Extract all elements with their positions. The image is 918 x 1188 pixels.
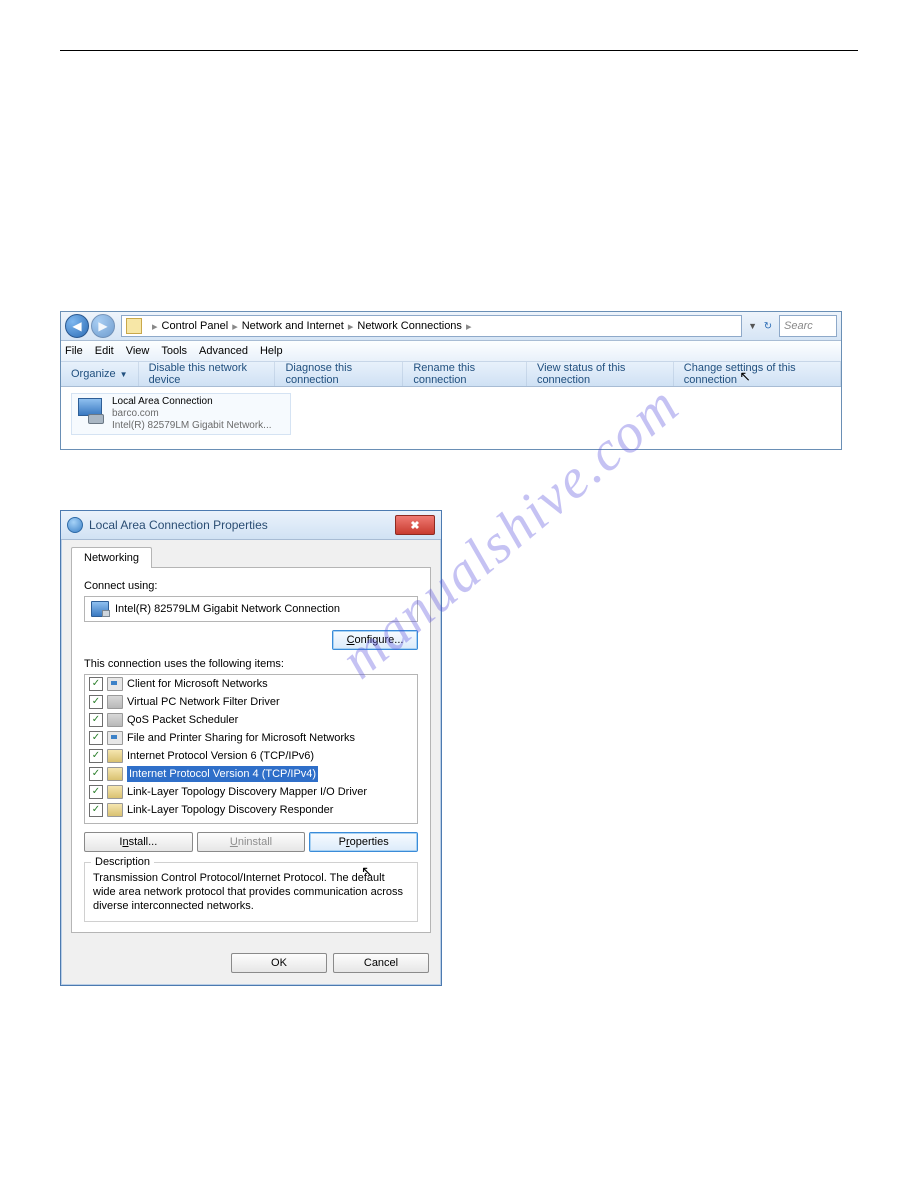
items-label: This connection uses the following items…	[84, 658, 418, 670]
protocol-icon	[107, 785, 123, 799]
list-item[interactable]: ✓ QoS Packet Scheduler	[85, 711, 417, 729]
tab-networking[interactable]: Networking	[71, 547, 152, 568]
connections-area: Local Area Connection barco.com Intel(R)…	[61, 387, 841, 449]
description-text: Transmission Control Protocol/Internet P…	[93, 872, 403, 912]
checkbox[interactable]: ✓	[89, 785, 103, 799]
client-icon	[107, 677, 123, 691]
connection-domain: barco.com	[112, 408, 272, 420]
menu-edit[interactable]: Edit	[95, 345, 114, 357]
service-icon	[107, 695, 123, 709]
toolbar-change-settings[interactable]: Change settings of this connection	[674, 362, 841, 386]
list-item[interactable]: ✓ Internet Protocol Version 6 (TCP/IPv6)	[85, 747, 417, 765]
toolbar-disable[interactable]: Disable this network device	[139, 362, 276, 386]
description-title: Description	[91, 855, 154, 869]
dialog-title-icon	[67, 517, 83, 533]
menu-bar: File Edit View Tools Advanced Help	[61, 341, 841, 362]
items-list[interactable]: ✓ Client for Microsoft Networks ✓ Virtua…	[84, 674, 418, 824]
item-label: Link-Layer Topology Discovery Mapper I/O…	[127, 784, 367, 800]
service-icon	[107, 731, 123, 745]
network-adapter-icon	[74, 396, 106, 428]
menu-file[interactable]: File	[65, 345, 83, 357]
close-button[interactable]: ✖	[395, 515, 435, 535]
connection-title: Local Area Connection	[112, 396, 272, 408]
breadcrumb-sep: ▸	[466, 320, 472, 333]
page-divider	[60, 50, 858, 51]
menu-view[interactable]: View	[126, 345, 150, 357]
toolbar-viewstatus[interactable]: View status of this connection	[527, 362, 674, 386]
list-item[interactable]: ✓ Virtual PC Network Filter Driver	[85, 693, 417, 711]
nav-bar: ◀ ▶ ▸ Control Panel ▸ Network and Intern…	[61, 312, 841, 341]
breadcrumb-sep: ▸	[152, 320, 158, 333]
back-button[interactable]: ◀	[65, 314, 89, 338]
breadcrumb[interactable]: ▸ Control Panel ▸ Network and Internet ▸…	[121, 315, 742, 337]
uninstall-button: Uninstall	[197, 832, 306, 852]
breadcrumb-item[interactable]: Control Panel	[162, 320, 229, 332]
list-item[interactable]: ✓ Link-Layer Topology Discovery Responde…	[85, 801, 417, 819]
breadcrumb-dropdown-icon[interactable]: ▼	[748, 321, 757, 331]
adapter-box: Intel(R) 82579LM Gigabit Network Connect…	[84, 596, 418, 622]
checkbox[interactable]: ✓	[89, 695, 103, 709]
breadcrumb-item[interactable]: Network and Internet	[242, 320, 344, 332]
connection-device: Intel(R) 82579LM Gigabit Network...	[112, 420, 272, 432]
item-label: Client for Microsoft Networks	[127, 676, 268, 692]
connection-item[interactable]: Local Area Connection barco.com Intel(R)…	[71, 393, 291, 435]
configure-button[interactable]: Configure...	[332, 630, 418, 650]
list-item[interactable]: ✓ Client for Microsoft Networks	[85, 675, 417, 693]
checkbox[interactable]: ✓	[89, 749, 103, 763]
dialog-titlebar: Local Area Connection Properties ✖	[61, 511, 441, 540]
protocol-icon	[107, 767, 123, 781]
ok-button[interactable]: OK	[231, 953, 327, 973]
protocol-icon	[107, 803, 123, 817]
checkbox[interactable]: ✓	[89, 767, 103, 781]
tab-panel: Connect using: Intel(R) 82579LM Gigabit …	[71, 567, 431, 933]
chevron-down-icon: ▼	[120, 370, 128, 379]
toolbar: Organize ▼ Disable this network device Di…	[61, 362, 841, 387]
item-label: Link-Layer Topology Discovery Responder	[127, 802, 333, 818]
properties-button[interactable]: Properties	[309, 832, 418, 852]
search-placeholder: Searc	[784, 320, 813, 332]
cancel-button[interactable]: Cancel	[333, 953, 429, 973]
search-input[interactable]: Searc	[779, 315, 837, 337]
item-label: QoS Packet Scheduler	[127, 712, 238, 728]
item-label: File and Printer Sharing for Microsoft N…	[127, 730, 355, 746]
item-buttons: Install... Uninstall Properties	[84, 832, 418, 852]
list-item[interactable]: ✓ File and Printer Sharing for Microsoft…	[85, 729, 417, 747]
checkbox[interactable]: ✓	[89, 803, 103, 817]
toolbar-organize[interactable]: Organize ▼	[61, 362, 139, 386]
toolbar-diagnose[interactable]: Diagnose this connection	[275, 362, 403, 386]
item-label: Virtual PC Network Filter Driver	[127, 694, 280, 710]
dialog-title: Local Area Connection Properties	[89, 518, 395, 532]
dialog-footer: OK Cancel	[61, 943, 441, 985]
toolbar-organize-label: Organize	[71, 368, 116, 380]
install-button[interactable]: Install...	[84, 832, 193, 852]
checkbox[interactable]: ✓	[89, 677, 103, 691]
checkbox[interactable]: ✓	[89, 731, 103, 745]
refresh-icon[interactable]: ↻	[759, 316, 777, 336]
list-item-selected[interactable]: ✓ Internet Protocol Version 4 (TCP/IPv4)	[85, 765, 417, 783]
protocol-icon	[107, 749, 123, 763]
toolbar-rename[interactable]: Rename this connection	[403, 362, 527, 386]
forward-button[interactable]: ▶	[91, 314, 115, 338]
menu-advanced[interactable]: Advanced	[199, 345, 248, 357]
menu-tools[interactable]: Tools	[161, 345, 187, 357]
configure-label: onfigure...	[355, 634, 404, 646]
breadcrumb-icon	[126, 318, 142, 334]
menu-help[interactable]: Help	[260, 345, 283, 357]
connection-properties-dialog: Local Area Connection Properties ✖ Netwo…	[60, 510, 442, 986]
adapter-icon	[91, 601, 109, 617]
item-label: Internet Protocol Version 4 (TCP/IPv4)	[127, 766, 318, 782]
control-panel-window: ◀ ▶ ▸ Control Panel ▸ Network and Intern…	[60, 311, 842, 450]
checkbox[interactable]: ✓	[89, 713, 103, 727]
item-label: Internet Protocol Version 6 (TCP/IPv6)	[127, 748, 314, 764]
breadcrumb-item[interactable]: Network Connections	[357, 320, 462, 332]
tab-strip: Networking	[71, 546, 431, 567]
connect-using-label: Connect using:	[84, 580, 418, 592]
description-group: Description Transmission Control Protoco…	[84, 862, 418, 922]
list-item[interactable]: ✓ Link-Layer Topology Discovery Mapper I…	[85, 783, 417, 801]
adapter-name: Intel(R) 82579LM Gigabit Network Connect…	[115, 603, 340, 615]
breadcrumb-sep: ▸	[232, 320, 238, 333]
service-icon	[107, 713, 123, 727]
breadcrumb-sep: ▸	[348, 320, 354, 333]
